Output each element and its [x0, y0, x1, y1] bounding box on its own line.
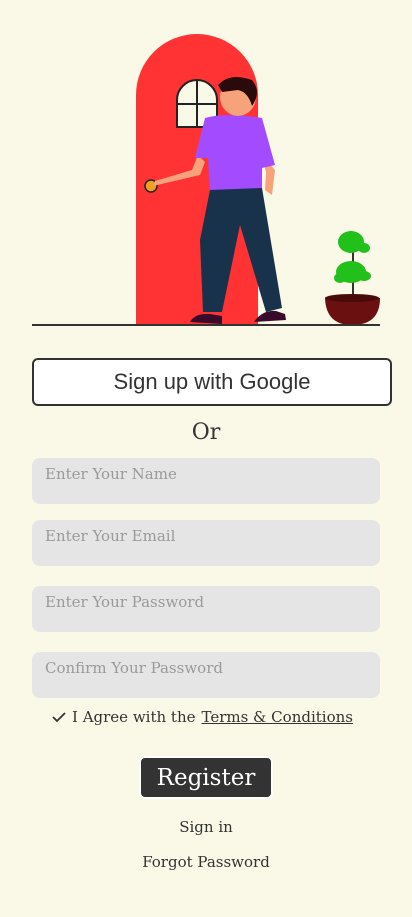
agree-text: I Agree with the — [72, 708, 196, 726]
password-input[interactable] — [32, 586, 380, 632]
confirm-password-input[interactable] — [32, 652, 380, 698]
terms-link[interactable]: Terms & Conditions — [201, 708, 352, 726]
name-input[interactable] — [32, 458, 380, 504]
sign-in-link[interactable]: Sign in — [0, 818, 412, 836]
plant — [325, 231, 380, 325]
terms-agreement: I Agree with the Terms & Conditions — [52, 708, 353, 726]
google-signup-button[interactable]: Sign up with Google — [32, 358, 392, 406]
email-input[interactable] — [32, 520, 380, 566]
or-divider: Or — [191, 420, 221, 445]
register-button[interactable]: Register — [139, 756, 273, 799]
forgot-password-link[interactable]: Forgot Password — [0, 853, 412, 871]
door-illustration — [32, 34, 380, 326]
checkmark-icon[interactable] — [52, 711, 66, 723]
